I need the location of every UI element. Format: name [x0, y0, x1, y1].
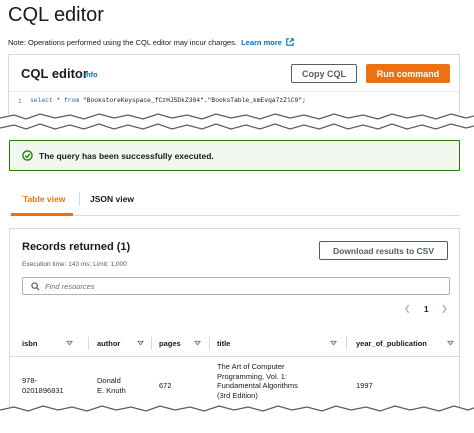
code-star: * [52, 97, 65, 104]
page-title: CQL editor [8, 4, 104, 26]
run-command-button[interactable]: Run command [366, 64, 450, 83]
table-header: isbn author pages title year_of_publicat… [10, 329, 459, 357]
cell-title-line: Programming, Vol. 1: [217, 371, 288, 381]
code-line[interactable]: select * from "BookstoreKeyspace_fCzHJ5D… [30, 97, 306, 104]
column-header-pages[interactable]: pages [159, 339, 181, 348]
records-title: Records returned (1) [22, 241, 131, 253]
copy-cql-button[interactable]: Copy CQL [291, 64, 357, 83]
editor-title: CQL editor [21, 66, 88, 81]
success-message: The query has been successfully executed… [39, 151, 214, 161]
line-number: 1 [18, 98, 22, 105]
check-circle-icon [22, 150, 33, 161]
cell-isbn: 978- 0201896831 [22, 376, 64, 395]
tab-json-view[interactable]: JSON view [90, 194, 134, 204]
cell-author-line: Donald [97, 376, 121, 385]
column-separator [151, 337, 152, 350]
cell-title-line: (3rd Edition) [217, 390, 258, 400]
code-keyword-select: select [30, 97, 53, 104]
sort-down-icon[interactable] [194, 340, 201, 346]
cell-title-line: Fundamental Algorithms [217, 381, 298, 390]
info-link[interactable]: Info [84, 70, 98, 79]
records-panel: Records returned (1) Execution time: 143… [9, 228, 460, 411]
search-input[interactable] [45, 279, 435, 293]
code-rest: "BookstoreKeyspace_fCzHJ5DkZ304"."BooksT… [79, 97, 306, 104]
external-link-icon[interactable] [286, 38, 294, 46]
success-alert: The query has been successfully executed… [9, 140, 460, 171]
column-header-isbn[interactable]: isbn [22, 339, 37, 348]
download-csv-button[interactable]: Download results to CSV [319, 241, 448, 260]
learn-more-link[interactable]: Learn more [241, 38, 282, 47]
previous-page-icon[interactable]: ❮ [404, 304, 411, 318]
tab-table-view[interactable]: Table view [23, 194, 65, 204]
column-header-title[interactable]: title [217, 339, 230, 348]
torn-edge-top [0, 113, 474, 130]
search-box[interactable] [22, 277, 450, 295]
column-separator [88, 337, 89, 350]
next-page-icon[interactable]: ❯ [441, 304, 448, 318]
column-separator [346, 337, 347, 350]
cell-author: Donald E. Knuth [97, 376, 126, 395]
active-tab-indicator [11, 213, 73, 216]
cell-year-of-publication: 1997 [356, 381, 373, 390]
sort-down-icon[interactable] [330, 340, 337, 346]
note-text: Note: Operations performed using the CQL… [8, 38, 237, 47]
cell-title-line: The Art of Computer [217, 362, 285, 371]
tab-separator [79, 192, 80, 206]
sort-down-icon[interactable] [66, 340, 73, 346]
cell-pages: 672 [159, 381, 172, 390]
sort-down-icon[interactable] [447, 340, 454, 346]
charges-note: Note: Operations performed using the CQL… [8, 38, 294, 47]
column-header-author[interactable]: author [97, 339, 120, 348]
cell-isbn-line: 978- [22, 376, 38, 385]
view-tabs: Table view JSON view [9, 184, 460, 216]
column-header-year-of-publication[interactable]: year_of_publication [356, 339, 427, 348]
cell-title: The Art of Computer Programming, Vol. 1:… [217, 362, 298, 400]
cell-author-line: E. Knuth [97, 385, 126, 395]
page-number[interactable]: 1 [424, 305, 428, 319]
sort-down-icon[interactable] [137, 340, 144, 346]
torn-edge-bottom [0, 405, 474, 433]
search-icon [31, 282, 40, 291]
cql-editor-panel: CQL editor Info Copy CQL Run command 1 s… [8, 54, 460, 114]
execution-info: Execution time: 143 ms; Limit: 1,000 [22, 261, 127, 268]
code-keyword-from: from [64, 97, 80, 104]
column-separator [209, 337, 210, 350]
cell-isbn-line: 0201896831 [22, 385, 64, 395]
